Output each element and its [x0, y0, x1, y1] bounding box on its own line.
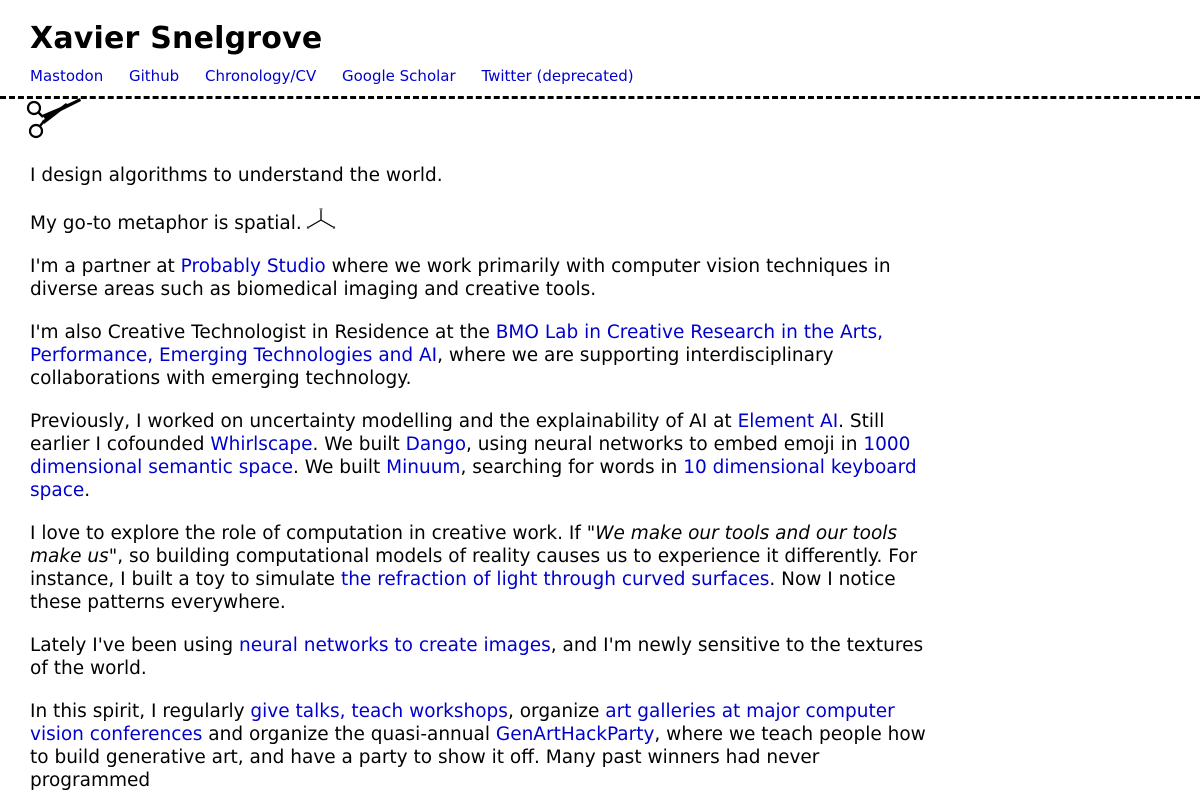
creative-computation-paragraph: I love to explore the role of computatio… — [30, 523, 918, 613]
scissors-icon — [26, 98, 81, 139]
link-dango[interactable]: Dango — [406, 434, 466, 455]
link-probably-studio[interactable]: Probably Studio — [181, 256, 326, 277]
nav-link-google-scholar[interactable]: Google Scholar — [342, 67, 456, 85]
3d-axes-icon — [306, 208, 336, 229]
talks-workshops-paragraph: In this spirit, I regularly give talks, … — [30, 701, 926, 791]
link-refraction-of-light[interactable]: the refraction of light through curved s… — [341, 569, 769, 590]
link-genarthackparty[interactable]: GenArtHackParty — [496, 724, 655, 745]
nav-link-twitter[interactable]: Twitter (deprecated) — [481, 67, 633, 85]
site-header: Xavier Snelgrove Mastodon Github Chronol… — [30, 20, 655, 85]
nav-link-mastodon[interactable]: Mastodon — [30, 67, 103, 85]
intro-paragraph: I design algorithms to understand the wo… — [30, 165, 443, 186]
dashed-cut-line-divider — [0, 96, 1200, 99]
site-nav: Mastodon Github Chronology/CV Google Sch… — [30, 67, 655, 85]
neural-images-paragraph: Lately I've been using neural networks t… — [30, 635, 924, 679]
residence-paragraph: I'm also Creative Technologist in Reside… — [30, 322, 884, 389]
site-title: Xavier Snelgrove — [30, 21, 323, 56]
link-minuum[interactable]: Minuum — [386, 457, 460, 478]
link-element-ai[interactable]: Element AI — [738, 411, 839, 432]
link-neural-networks-images[interactable]: neural networks to create images — [239, 635, 551, 656]
link-whirlscape[interactable]: Whirlscape — [210, 434, 312, 455]
nav-link-chronology-cv[interactable]: Chronology/CV — [205, 67, 316, 85]
metaphor-paragraph: My go-to metaphor is spatial. — [30, 207, 940, 235]
nav-link-github[interactable]: Github — [129, 67, 179, 85]
partner-paragraph: I'm a partner at Probably Studio where w… — [30, 256, 891, 300]
link-talks-workshops[interactable]: give talks, teach workshops — [250, 701, 508, 722]
previous-work-paragraph: Previously, I worked on uncertainty mode… — [30, 411, 917, 501]
intro-content: I design algorithms to understand the wo… — [30, 164, 940, 812]
